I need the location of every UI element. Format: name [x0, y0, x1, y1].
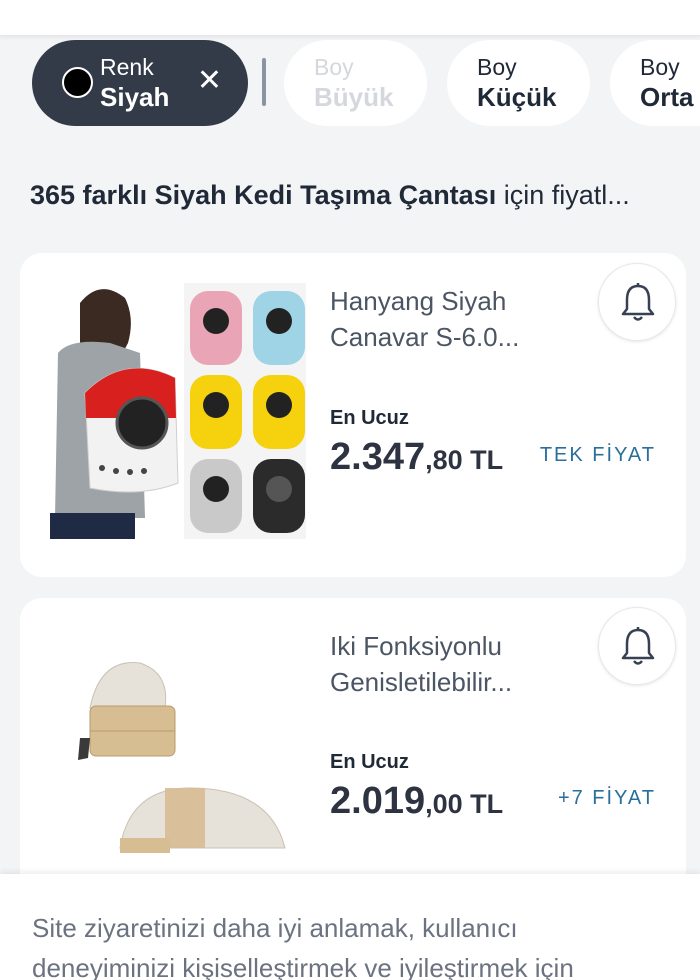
price: 2.019,00 TL [330, 780, 503, 823]
product-title[interactable]: Hanyang Siyah Canavar S-6.0... [330, 283, 540, 355]
results-heading-rest: için fiyatl... [496, 180, 630, 210]
product-card[interactable]: Iki Fonksiyonlu Genisletilebilir... En U… [20, 598, 686, 898]
price-main: 2.347 [330, 436, 426, 478]
product-title[interactable]: Iki Fonksiyonlu Genisletilebilir... [330, 628, 540, 700]
filter-chip-value: Orta [640, 82, 694, 112]
filter-chip-value: Büyük [314, 82, 394, 112]
cookie-notice: Site ziyaretinizi daha iyi anlamak, kull… [0, 874, 700, 980]
offers-link[interactable]: TEK FİYAT [540, 444, 656, 467]
bell-icon [621, 283, 655, 321]
filter-chip-key: Boy [477, 54, 517, 80]
filter-chip-size-kucuk[interactable]: Boy Küçük [447, 40, 590, 126]
price-alert-button[interactable] [598, 607, 676, 685]
filter-chip-size-buyuk: Boy Büyük [284, 40, 427, 126]
filter-chip-value: Siyah [100, 82, 170, 112]
price-decimal: ,00 TL [425, 789, 504, 819]
color-swatch-icon [62, 67, 93, 98]
filter-chips: Renk Siyah ✕ Boy Büyük Boy Küçük Boy Ort… [0, 40, 700, 126]
product-title-line: Genisletilebilir... [330, 667, 513, 697]
results-heading: 365 farklı Siyah Kedi Taşıma Çantası içi… [30, 178, 670, 212]
product-title-line: Hanyang Siyah [330, 286, 507, 316]
price-alert-button[interactable] [598, 263, 676, 341]
bell-icon [621, 627, 655, 665]
price-main: 2.019 [330, 780, 426, 822]
price-decimal: ,80 TL [425, 445, 504, 475]
price: 2.347,80 TL [330, 436, 503, 479]
filter-chip-key: Boy [314, 54, 354, 80]
top-bar [0, 0, 700, 36]
filter-chip-value: Küçük [477, 82, 557, 112]
cookie-notice-line: Site ziyaretinizi daha iyi anlamak, kull… [32, 913, 518, 943]
product-title-line: Canavar S-6.0... [330, 322, 520, 352]
offers-link[interactable]: +7 FİYAT [558, 787, 656, 810]
filter-chip-key: Renk [100, 54, 154, 80]
cookie-notice-text: Site ziyaretinizi daha iyi anlamak, kull… [32, 908, 672, 980]
divider [262, 58, 266, 106]
product-title-line: Iki Fonksiyonlu [330, 631, 502, 661]
results-heading-bold: 365 farklı Siyah Kedi Taşıma Çantası [30, 180, 497, 210]
product-image[interactable] [60, 638, 310, 868]
filter-chip-key: Boy [640, 54, 680, 80]
close-icon[interactable]: ✕ [197, 66, 222, 96]
product-image[interactable] [50, 283, 306, 539]
product-card[interactable]: Hanyang Siyah Canavar S-6.0... En Ucuz 2… [20, 253, 686, 577]
filter-chip-size-orta[interactable]: Boy Orta [610, 40, 700, 126]
filter-chip-color-active[interactable]: Renk Siyah ✕ [32, 40, 248, 126]
cookie-notice-line: deneyiminizi kişiselleştirmek ve iyileşt… [32, 953, 574, 980]
price-label: En Ucuz [330, 407, 409, 429]
price-label: En Ucuz [330, 751, 409, 773]
